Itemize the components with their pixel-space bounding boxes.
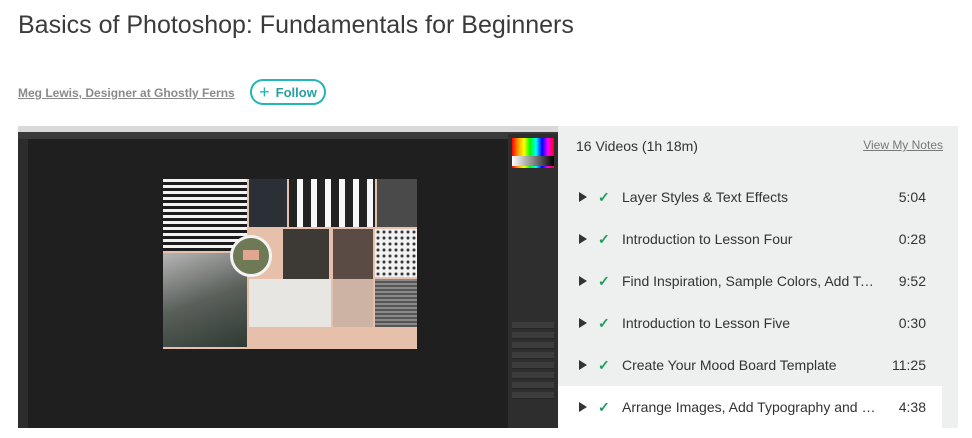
playlist-item[interactable]: ✓ Introduction to Lesson Five 0:30 xyxy=(558,302,942,344)
check-icon: ✓ xyxy=(598,272,610,289)
mood-tile-nails xyxy=(333,279,373,327)
playlist-item[interactable]: ✓ Find Inspiration, Sample Colors, Add T… xyxy=(558,260,942,302)
check-icon: ✓ xyxy=(598,398,610,415)
mood-tile-interior xyxy=(249,279,331,327)
playlist-item-active[interactable]: ✓ Arrange Images, Add Typography and Fin… xyxy=(558,386,942,428)
video-duration: 4:38 xyxy=(898,399,926,415)
video-duration: 0:28 xyxy=(898,231,926,247)
follow-label: Follow xyxy=(275,84,317,100)
layer-row xyxy=(512,322,554,329)
video-duration: 5:04 xyxy=(898,189,926,205)
video-title: Create Your Mood Board Template xyxy=(622,357,837,373)
mood-tile-hands xyxy=(333,229,373,279)
video-title: Arrange Images, Add Typography and Final… xyxy=(622,399,880,415)
check-icon: ✓ xyxy=(598,356,610,373)
check-icon: ✓ xyxy=(598,314,610,331)
mood-tile-pattern xyxy=(163,179,247,251)
mood-tile-glasses xyxy=(289,179,375,227)
video-playlist: 16 Videos (1h 18m) View My Notes ✓ Layer… xyxy=(558,126,958,428)
mood-tile-photo xyxy=(377,179,417,227)
mood-circle-image xyxy=(230,235,272,277)
play-icon xyxy=(579,192,587,202)
playlist-item[interactable]: ✓ Layer Styles & Text Effects 5:04 xyxy=(558,176,942,218)
layer-row xyxy=(512,352,554,359)
layer-row xyxy=(512,362,554,369)
playlist-item[interactable]: ✓ Create Your Mood Board Template 11:25 xyxy=(558,344,942,386)
play-icon xyxy=(579,360,587,370)
gray-swatches xyxy=(512,156,554,166)
video-count: 16 Videos (1h 18m) xyxy=(576,138,698,154)
mood-tile-wood xyxy=(375,279,417,327)
check-icon: ✓ xyxy=(598,188,610,205)
photoshop-toolbar xyxy=(18,139,28,428)
course-title: Basics of Photoshop: Fundamentals for Be… xyxy=(18,11,574,39)
author-link[interactable]: Meg Lewis, Designer at Ghostly Ferns xyxy=(18,86,235,100)
mood-tile-lettering xyxy=(249,179,287,227)
layer-row xyxy=(512,372,554,379)
video-duration: 0:30 xyxy=(898,315,926,331)
layer-row xyxy=(512,342,554,349)
plus-icon: + xyxy=(259,82,270,102)
mood-tile-dots xyxy=(375,229,417,277)
view-notes-link[interactable]: View My Notes xyxy=(863,138,943,152)
play-icon xyxy=(579,318,587,328)
mood-board-canvas xyxy=(163,179,417,349)
video-title: Introduction to Lesson Five xyxy=(622,315,791,331)
video-player[interactable] xyxy=(18,126,558,428)
video-title: Layer Styles & Text Effects xyxy=(622,189,789,205)
video-title: Introduction to Lesson Four xyxy=(622,231,793,247)
play-icon xyxy=(579,402,587,412)
play-icon xyxy=(579,276,587,286)
playlist-item[interactable]: ✓ Introduction to Lesson Four 0:28 xyxy=(558,218,942,260)
video-title: Find Inspiration, Sample Colors, Add Tex… xyxy=(622,273,880,289)
follow-button[interactable]: + Follow xyxy=(250,79,326,105)
video-duration: 11:25 xyxy=(892,357,926,373)
photoshop-options-bar xyxy=(18,132,558,139)
mood-tile-portrait xyxy=(283,229,329,285)
video-duration: 9:52 xyxy=(898,273,926,289)
layer-row xyxy=(512,382,554,389)
play-icon xyxy=(579,234,587,244)
check-icon: ✓ xyxy=(598,230,610,247)
layer-row xyxy=(512,392,554,399)
layer-row xyxy=(512,332,554,339)
